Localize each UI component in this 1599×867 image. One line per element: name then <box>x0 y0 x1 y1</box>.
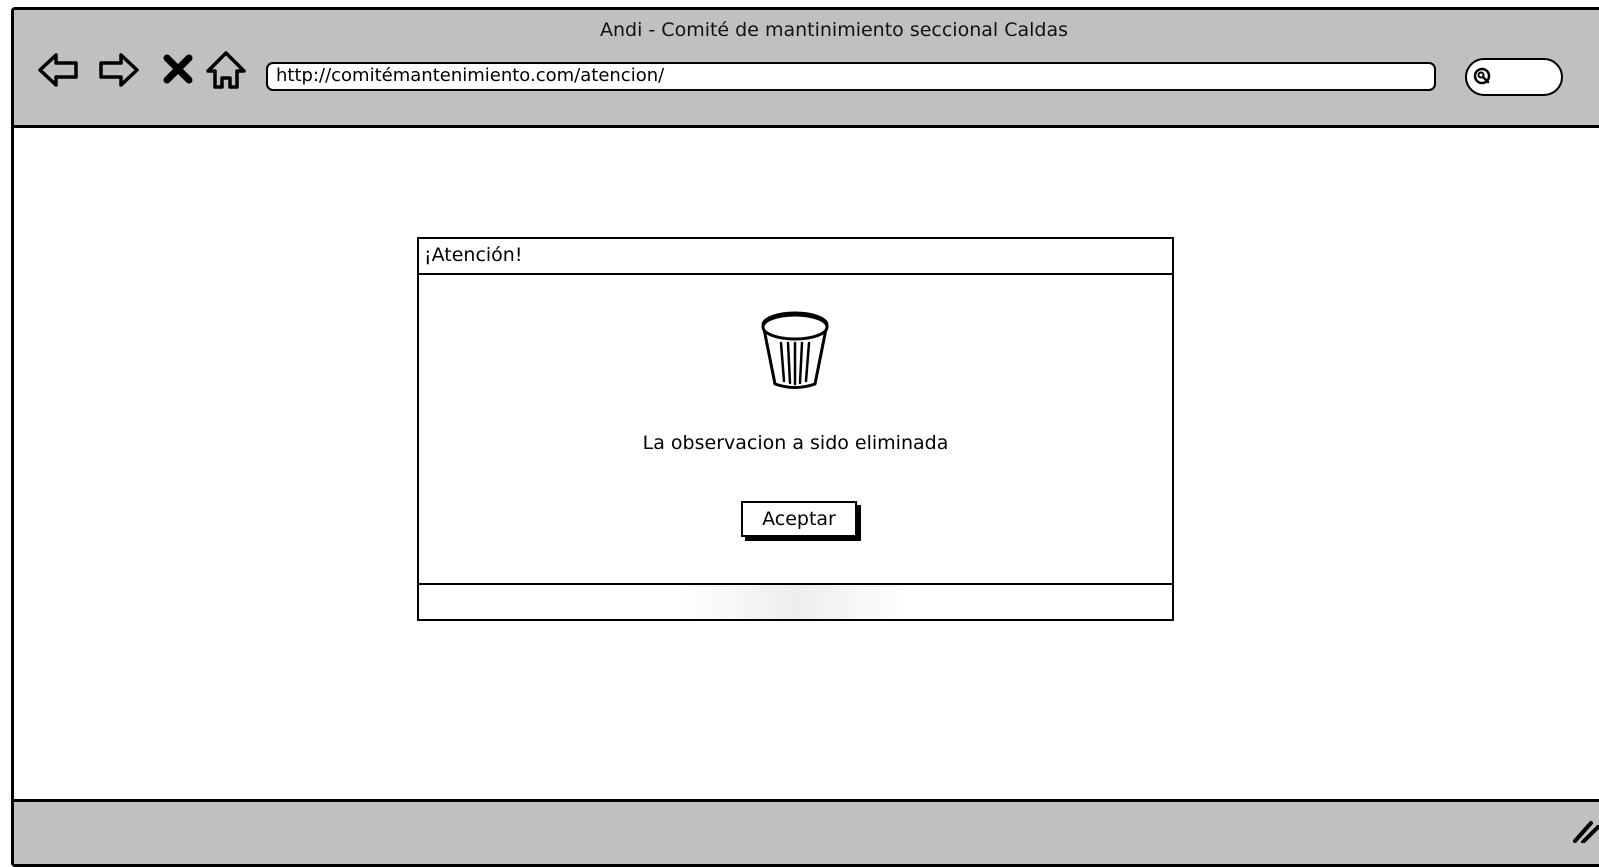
back-arrow-icon[interactable] <box>36 48 80 92</box>
browser-toolbar: Andi - Comité de mantinimiento seccional… <box>14 10 1599 128</box>
accept-button[interactable]: Aceptar <box>741 501 857 537</box>
browser-window: Andi - Comité de mantinimiento seccional… <box>11 7 1599 867</box>
alert-dialog: ¡Atención! La observacion a sido elimina… <box>417 237 1174 621</box>
window-title: Andi - Comité de mantinimiento seccional… <box>599 19 1068 41</box>
dialog-message: La observacion a sido eliminada <box>642 432 949 454</box>
resize-grip-icon[interactable] <box>1571 815 1599 843</box>
url-bar[interactable]: http://comitémantenimiento.com/atencion/ <box>266 62 1436 91</box>
search-icon <box>1473 67 1491 85</box>
trash-can-icon <box>761 311 829 389</box>
close-x-icon[interactable] <box>157 48 201 92</box>
forward-arrow-icon[interactable] <box>97 48 141 92</box>
dialog-footer <box>419 583 1172 619</box>
dialog-title: ¡Atención! <box>419 239 1172 275</box>
home-icon[interactable] <box>204 48 248 92</box>
search-box[interactable] <box>1465 58 1563 96</box>
